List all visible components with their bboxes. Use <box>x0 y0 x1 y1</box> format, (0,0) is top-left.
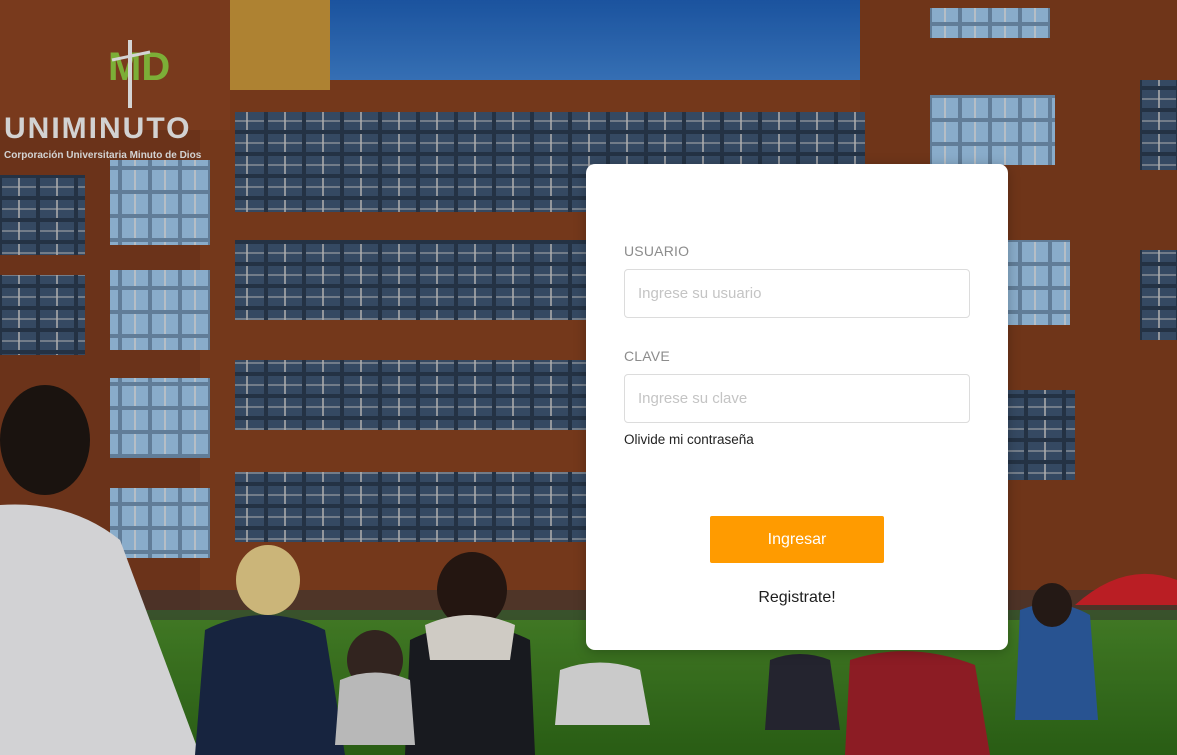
username-input[interactable] <box>624 269 970 318</box>
login-card: USUARIO CLAVE Olivide mi contraseña Ingr… <box>586 164 1008 650</box>
login-page: MD UNIMINUTO Corporación Universitaria M… <box>0 0 1177 755</box>
login-button[interactable]: Ingresar <box>710 516 884 563</box>
forgot-password-link[interactable]: Olivide mi contraseña <box>624 432 754 447</box>
password-input[interactable] <box>624 374 970 423</box>
password-label: CLAVE <box>624 348 670 364</box>
register-link[interactable]: Registrate! <box>586 589 1008 607</box>
username-label: USUARIO <box>624 243 690 259</box>
